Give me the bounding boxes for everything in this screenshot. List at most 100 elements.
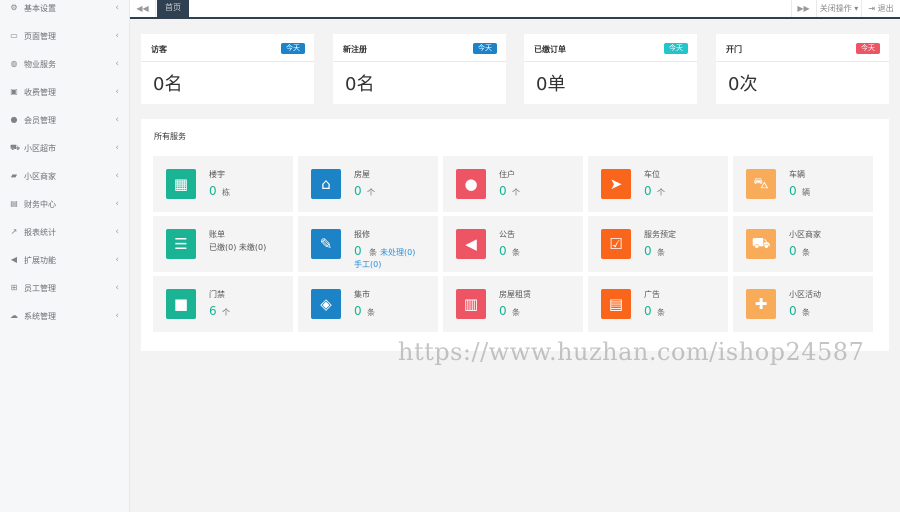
chevron-left-icon: ‹ <box>115 59 119 69</box>
all-services-panel: 所有服务 ▦ 楼宇 0 栋 ⌂ 房屋 0 个 ● 住户 0 个 ➤ 车位 0 个 ⛍ 车辆 0 辆 ☰ 账单 已缴(0) 未… <box>141 119 889 351</box>
service-unit: 个 <box>367 188 375 197</box>
service-card[interactable]: ☑ 服务预定 0 条 <box>588 216 728 272</box>
service-card[interactable]: ✚ 小区活动 0 条 <box>733 276 873 332</box>
sidebar-item[interactable]: ▤ 财务中心 ‹ <box>0 194 130 214</box>
sidebar-item[interactable]: ⊞ 员工管理 ‹ <box>0 278 130 298</box>
service-unit: 个 <box>222 308 230 317</box>
service-card[interactable]: ⛟ 小区商家 0 条 <box>733 216 873 272</box>
service-name: 公告 <box>499 230 515 239</box>
book-icon: ▤ <box>10 199 18 208</box>
service-name: 楼宇 <box>209 170 225 179</box>
service-card[interactable]: ▥ 房屋租赁 0 条 <box>443 276 583 332</box>
calendar-check-icon: ☑ <box>601 229 631 259</box>
service-card[interactable]: ● 住户 0 个 <box>443 156 583 212</box>
stat-badge: 今天 <box>664 43 688 54</box>
scroll-tabs-left-button[interactable]: ◀◀ <box>130 0 156 17</box>
sitemap-icon: ⊞ <box>10 283 18 292</box>
service-name: 小区商家 <box>789 230 821 239</box>
service-count: 0 <box>354 184 362 198</box>
sidebar-item[interactable]: ● 会员管理 ‹ <box>0 110 130 130</box>
divider <box>716 61 889 62</box>
stat-title: 访客 <box>151 45 167 54</box>
service-count: 0 <box>499 304 507 318</box>
service-subtext: 已缴(0) 未缴(0) <box>209 243 267 252</box>
sidebar-item[interactable]: ⚙ 基本设置 ‹ <box>0 0 130 18</box>
chevron-left-icon: ‹ <box>115 227 119 237</box>
service-card[interactable]: ⌂ 房屋 0 个 <box>298 156 438 212</box>
service-unit: 条 <box>657 248 665 257</box>
stat-title: 新注册 <box>343 45 367 54</box>
sidebar-item-label: 小区商家 <box>24 171 56 181</box>
panel-title: 所有服务 <box>154 132 186 141</box>
service-card[interactable]: ⛍ 车辆 0 辆 <box>733 156 873 212</box>
sidebar-item-label: 收费管理 <box>24 87 56 97</box>
stat-badge: 今天 <box>856 43 880 54</box>
watermark: https://www.huzhan.com/ishop24587 <box>398 338 865 366</box>
sidebar-item[interactable]: ◀ 扩展功能 ‹ <box>0 250 130 270</box>
newspaper-icon: ▤ <box>601 289 631 319</box>
sidebar-item-label: 小区超市 <box>24 143 56 153</box>
service-count: 0 <box>789 244 797 258</box>
chevron-left-icon: ‹ <box>115 31 119 41</box>
cube-icon: ◈ <box>311 289 341 319</box>
chevron-left-icon: ‹ <box>115 283 119 293</box>
service-name: 住户 <box>499 170 515 179</box>
service-card[interactable]: ■ 门禁 6 个 <box>153 276 293 332</box>
service-unit: 条 <box>657 308 665 317</box>
window-icon: ▭ <box>10 31 18 40</box>
sidebar-item[interactable]: ☁ 系统管理 ‹ <box>0 306 130 326</box>
sidebar-item[interactable]: ◍ 物业服务 ‹ <box>0 54 130 74</box>
chart-icon: ↗ <box>10 227 18 236</box>
service-card[interactable]: ✎ 报修 0 条未处理(0) 手工(0) <box>298 216 438 272</box>
service-card[interactable]: ◈ 集市 0 条 <box>298 276 438 332</box>
close-operations-label: 关闭操作 <box>819 4 852 13</box>
service-name: 车位 <box>644 170 660 179</box>
sidebar-item[interactable]: ↗ 报表统计 ‹ <box>0 222 130 242</box>
service-name: 房屋租赁 <box>499 290 531 299</box>
service-count: 0 <box>354 304 362 318</box>
service-card[interactable]: ☰ 账单 已缴(0) 未缴(0) <box>153 216 293 272</box>
chevron-left-icon: ‹ <box>115 255 119 265</box>
service-card[interactable]: ▦ 楼宇 0 栋 <box>153 156 293 212</box>
truck-icon: ▰ <box>10 171 18 180</box>
user-icon: ● <box>10 115 18 124</box>
service-card[interactable]: ➤ 车位 0 个 <box>588 156 728 212</box>
service-unit: 辆 <box>802 188 810 197</box>
chevron-left-icon: ‹ <box>115 3 119 13</box>
user-icon: ● <box>456 169 486 199</box>
sidebar-item-label: 员工管理 <box>24 283 56 293</box>
divider <box>333 61 506 62</box>
logout-button[interactable]: ⇥ 退出 <box>861 0 900 17</box>
service-name: 广告 <box>644 290 660 299</box>
sidebar: ⚙ 基本设置 ‹ ▭ 页面管理 ‹ ◍ 物业服务 ‹ ▣ 收费管理 ‹ ● 会员管理 ‹ ⛟ 小区超市 ‹ ▰ 小区商… <box>0 0 130 512</box>
service-card[interactable]: ▤ 广告 0 条 <box>588 276 728 332</box>
stat-title: 开门 <box>726 45 742 54</box>
bullhorn-icon: ◀ <box>456 229 486 259</box>
service-unit: 条 <box>369 248 377 257</box>
sidebar-item[interactable]: ▰ 小区商家 ‹ <box>0 166 130 186</box>
scroll-tabs-right-button[interactable]: ▶▶ <box>791 0 815 17</box>
chevron-left-icon: ‹ <box>115 311 119 321</box>
service-unit: 条 <box>512 248 520 257</box>
sidebar-item-label: 系统管理 <box>24 311 56 321</box>
service-count: 0 <box>644 244 652 258</box>
stat-value: 0次 <box>728 74 758 95</box>
service-unit: 条 <box>802 248 810 257</box>
tab-home[interactable]: 首页 <box>157 0 189 17</box>
close-operations-dropdown[interactable]: 关闭操作 ▾ <box>816 0 861 17</box>
sidebar-item[interactable]: ⛟ 小区超市 ‹ <box>0 138 130 158</box>
unprocessed-link[interactable]: 未处理(0) <box>380 247 415 258</box>
service-unit: 条 <box>512 308 520 317</box>
stat-card-new-registrations: 新注册 今天 0名 <box>333 34 506 104</box>
stat-badge: 今天 <box>473 43 497 54</box>
reply-icon: ◀ <box>10 255 18 264</box>
service-unit: 条 <box>367 308 375 317</box>
sidebar-item[interactable]: ▣ 收费管理 ‹ <box>0 82 130 102</box>
sidebar-item-label: 页面管理 <box>24 31 56 41</box>
chevron-left-icon: ‹ <box>115 87 119 97</box>
service-card[interactable]: ◀ 公告 0 条 <box>443 216 583 272</box>
service-count: 0 <box>789 304 797 318</box>
sidebar-item-label: 会员管理 <box>24 115 56 125</box>
manual-link[interactable]: 手工(0) <box>354 259 381 270</box>
sidebar-item[interactable]: ▭ 页面管理 ‹ <box>0 26 130 46</box>
